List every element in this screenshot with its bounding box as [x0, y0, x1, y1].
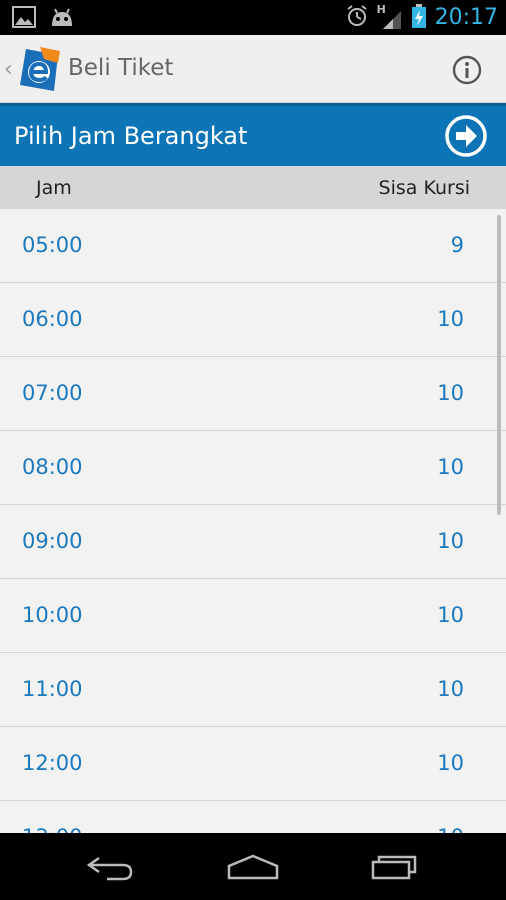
home-icon — [227, 854, 279, 879]
departure-time: 08:00 — [22, 455, 83, 479]
info-icon[interactable] — [452, 55, 482, 85]
list-item[interactable]: 12:00 10 — [0, 727, 506, 801]
alarm-icon — [345, 4, 369, 32]
column-header: Jam Sisa Kursi — [0, 166, 506, 209]
departure-time: 06:00 — [22, 307, 83, 331]
image-notification-icon — [12, 6, 36, 32]
battery-charging-icon — [411, 3, 427, 33]
clock: 20:17 — [434, 5, 498, 30]
list-item[interactable]: 09:00 10 — [0, 505, 506, 579]
list-item[interactable]: 07:00 10 — [0, 357, 506, 431]
list-item[interactable]: 13:00 10 — [0, 801, 506, 833]
arrow-right-icon — [445, 115, 487, 157]
list-item[interactable]: 08:00 10 — [0, 431, 506, 505]
list-item[interactable]: 05:00 9 — [0, 209, 506, 283]
list-item[interactable]: 11:00 10 — [0, 653, 506, 727]
recent-apps-button[interactable] — [365, 849, 425, 885]
app-logo-icon[interactable] — [18, 45, 62, 93]
app-title: Beli Tiket — [68, 55, 174, 81]
notification-icons — [12, 6, 76, 32]
remaining-seats: 10 — [437, 381, 464, 405]
back-button[interactable] — [81, 849, 141, 885]
remaining-seats: 10 — [437, 825, 464, 833]
departure-time: 09:00 — [22, 529, 83, 553]
status-bar: H 20:17 — [0, 0, 506, 35]
remaining-seats: 9 — [450, 233, 464, 257]
remaining-seats: 10 — [437, 603, 464, 627]
back-arrow-icon — [86, 856, 133, 880]
departure-time: 13:00 — [22, 825, 83, 833]
departure-time: 05:00 — [22, 233, 83, 257]
departure-time-list[interactable]: 05:00 9 06:00 10 07:00 10 08:00 10 09:00… — [0, 209, 506, 833]
list-item[interactable]: 06:00 10 — [0, 283, 506, 357]
recent-apps-icon — [371, 855, 417, 879]
section-title: Pilih Jam Berangkat — [14, 122, 248, 150]
departure-time: 10:00 — [22, 603, 83, 627]
remaining-seats: 10 — [437, 677, 464, 701]
column-header-seats: Sisa Kursi — [378, 177, 470, 199]
remaining-seats: 10 — [437, 307, 464, 331]
system-icons: H 20:17 — [345, 0, 498, 35]
scrollbar[interactable] — [497, 215, 501, 515]
section-header: Pilih Jam Berangkat — [0, 103, 506, 166]
remaining-seats: 10 — [437, 455, 464, 479]
departure-time: 11:00 — [22, 677, 83, 701]
up-navigation-chevron-icon[interactable]: ‹ — [4, 57, 13, 82]
home-button[interactable] — [223, 849, 283, 885]
remaining-seats: 10 — [437, 751, 464, 775]
column-header-time: Jam — [36, 177, 72, 199]
action-bar: ‹ Beli Tiket — [0, 35, 506, 103]
list-item[interactable]: 10:00 10 — [0, 579, 506, 653]
navigation-bar — [0, 833, 506, 900]
next-arrow-button[interactable] — [444, 114, 488, 158]
departure-time: 07:00 — [22, 381, 83, 405]
remaining-seats: 10 — [437, 529, 464, 553]
signal-icon: H — [377, 3, 403, 31]
departure-time: 12:00 — [22, 751, 83, 775]
android-robot-icon — [48, 6, 76, 32]
